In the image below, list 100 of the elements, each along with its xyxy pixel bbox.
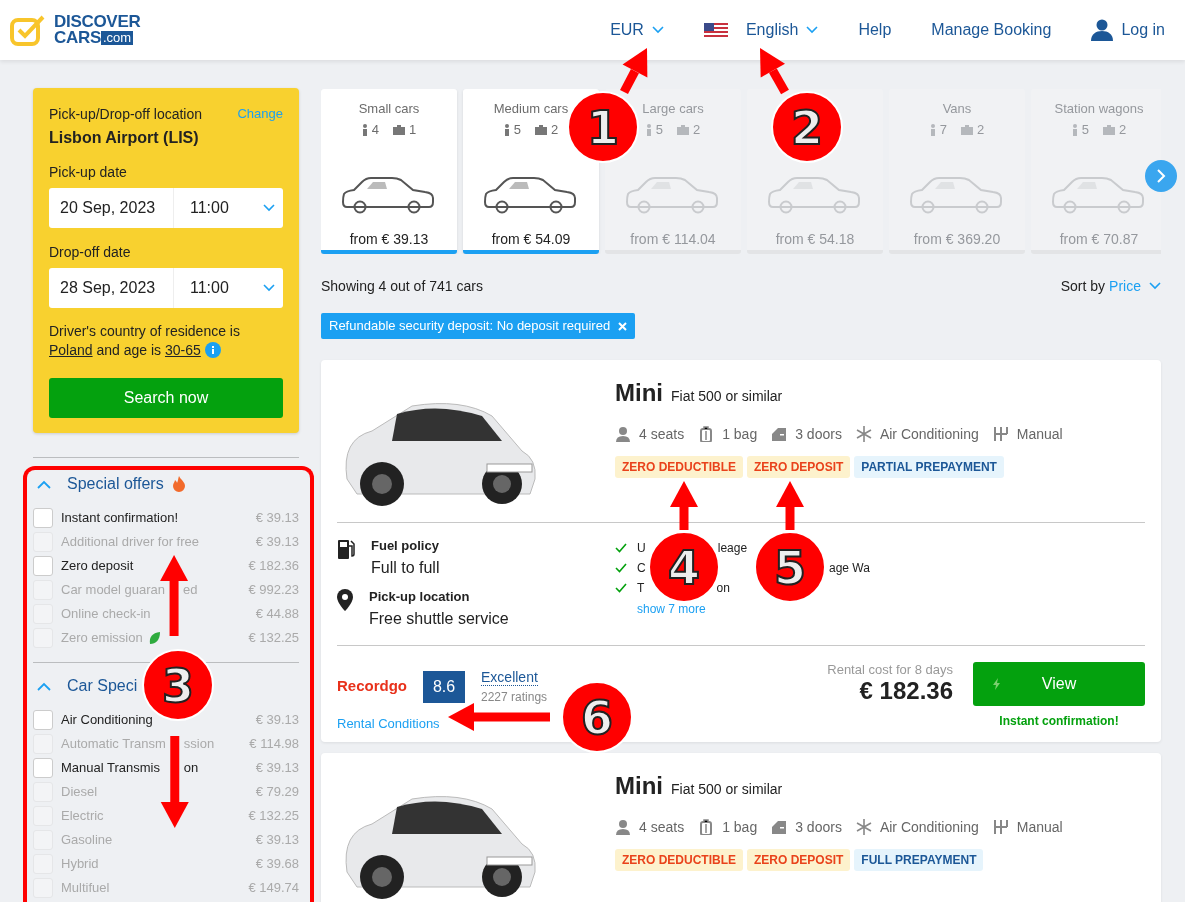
- residence-text: Driver's country of residence is Poland and age is 30-65: [49, 322, 241, 360]
- logo-text: CARS: [54, 30, 101, 46]
- chevron-down-icon: [263, 284, 275, 292]
- checkbox-logo-icon: [10, 14, 46, 46]
- category-price: from € 54.18: [774, 230, 856, 249]
- cost-label: Rental cost for 8 days: [827, 662, 953, 678]
- checkbox[interactable]: [33, 508, 53, 528]
- filter-price: € 79.29: [255, 783, 299, 802]
- sort-dropdown[interactable]: Price: [1109, 275, 1161, 297]
- filter-price: € 992.23: [248, 581, 299, 600]
- show-more-link[interactable]: show 7 more: [637, 602, 706, 616]
- bag-count: 1: [409, 121, 417, 140]
- country-link[interactable]: Poland: [49, 342, 93, 358]
- nav-link[interactable]: English: [703, 18, 819, 42]
- time-dropdown[interactable]: 11:00: [174, 188, 283, 228]
- feature-label: Air Conditioning: [879, 424, 979, 444]
- close-icon: [618, 321, 628, 331]
- time-dropdown[interactable]: 11:00: [174, 268, 283, 308]
- bag-count: 2: [977, 121, 985, 140]
- arrow: [620, 48, 648, 95]
- nav-link[interactable]: EUR: [610, 18, 664, 42]
- person-icon: [929, 124, 936, 136]
- detail-label: Fuel policy: [371, 538, 440, 554]
- view-button[interactable]: View: [973, 662, 1145, 706]
- location-name: Lisbon Airport (LIS): [49, 128, 200, 148]
- filter-price: € 182.36: [248, 557, 299, 576]
- person-icon: [361, 124, 368, 136]
- date-field[interactable]: 20 Sep, 2023: [49, 188, 174, 228]
- filter-heading[interactable]: Car Speci: [67, 675, 138, 697]
- chevron-down-icon: [263, 204, 275, 212]
- filter-price: € 39.13: [255, 509, 299, 528]
- feature-label: 3 doors: [795, 424, 842, 444]
- callout-number: 2: [771, 91, 843, 163]
- suitcase-icon: [535, 125, 547, 135]
- search-button[interactable]: Search now: [49, 378, 283, 418]
- change-link[interactable]: Change: [237, 104, 283, 124]
- filter-heading[interactable]: Special offers: [67, 473, 164, 495]
- detail-value: Full to full: [371, 558, 440, 578]
- filter-price: € 39.13: [255, 711, 299, 730]
- logo-domain: .com: [101, 31, 134, 45]
- filter-option[interactable]: Instant confirmation!: [61, 508, 179, 528]
- logo-text: DISCOVER: [54, 14, 141, 30]
- filter-price: € 132.25: [248, 629, 299, 648]
- chevron-right-icon: [1156, 169, 1166, 183]
- person-icon: [645, 124, 652, 136]
- person-icon: [503, 124, 510, 136]
- checkmark-icon: [615, 543, 627, 553]
- suitcase-icon: [698, 819, 715, 835]
- checkbox[interactable]: [33, 710, 53, 730]
- gearbox-icon: [992, 819, 1009, 835]
- next-button[interactable]: [1145, 160, 1177, 192]
- tag: ZERO DEDUCTIBLE: [615, 849, 743, 871]
- filter-chip[interactable]: Refundable security deposit: No deposit required: [321, 313, 636, 339]
- car-door-icon: [771, 819, 788, 835]
- checkbox[interactable]: [33, 556, 53, 576]
- results-count: Showing 4 out of 741 cars: [321, 276, 483, 296]
- lightning-icon: [993, 678, 1001, 690]
- category-price: from € 369.20: [912, 230, 1002, 249]
- feature-label: 3 doors: [795, 817, 842, 837]
- supplier-logo: Recordgo: [337, 676, 407, 697]
- category-price: from € 70.87: [1058, 230, 1140, 249]
- category-name: Vans: [941, 100, 973, 117]
- car-door-icon: [771, 426, 788, 442]
- detail-label: Pick-up location: [369, 589, 471, 605]
- rating-link[interactable]: Excellent: [481, 669, 538, 686]
- filter-option[interactable]: on: [183, 758, 199, 778]
- seat-count: 5: [655, 121, 663, 140]
- filter-option[interactable]: Zero deposit: [61, 556, 134, 576]
- nav-link[interactable]: Help: [858, 18, 892, 42]
- nav-link[interactable]: Manage Booking: [931, 18, 1052, 42]
- rental-conditions-link[interactable]: Rental Conditions: [337, 716, 440, 732]
- field-label: Pick-up/Drop-off location: [49, 105, 203, 124]
- feature-label: 1 bag: [722, 817, 758, 837]
- user-icon: [1091, 19, 1114, 41]
- age-link[interactable]: 30-65: [165, 342, 201, 358]
- car-subtitle: Fiat 500 or similar: [671, 387, 783, 406]
- flag-icon: [703, 23, 728, 37]
- checkbox[interactable]: [33, 758, 53, 778]
- category-price: from € 54.09: [490, 230, 572, 249]
- detail-value: Free shuttle service: [369, 609, 509, 629]
- suitcase-icon: [393, 125, 405, 135]
- date-field[interactable]: 28 Sep, 2023: [49, 268, 174, 308]
- category-card[interactable]: Small cars 4 1 from € 39.13: [321, 89, 457, 254]
- car-subtitle: Fiat 500 or similar: [671, 780, 783, 799]
- rating-count: 2227 ratings: [481, 689, 548, 706]
- feature-label: Manual: [1016, 817, 1063, 837]
- tag: ZERO DEPOSIT: [747, 849, 851, 871]
- filter-option[interactable]: Manual Transmis: [61, 758, 160, 778]
- location-pin-icon: [337, 589, 353, 611]
- filter-price: € 149.74: [248, 879, 299, 898]
- rating-score: 8.6: [423, 670, 465, 703]
- filter-option[interactable]: Air Conditioning: [61, 710, 153, 730]
- tag: ZERO DEDUCTIBLE: [615, 456, 743, 478]
- person-icon: [615, 426, 631, 442]
- nav-link[interactable]: Log in: [1091, 18, 1165, 42]
- gearbox-icon: [992, 426, 1009, 442]
- chevron-down-icon: [806, 26, 819, 34]
- fuel-pump-icon: [337, 538, 355, 560]
- category-price: from € 39.13: [348, 230, 430, 249]
- seat-count: 4: [371, 121, 379, 140]
